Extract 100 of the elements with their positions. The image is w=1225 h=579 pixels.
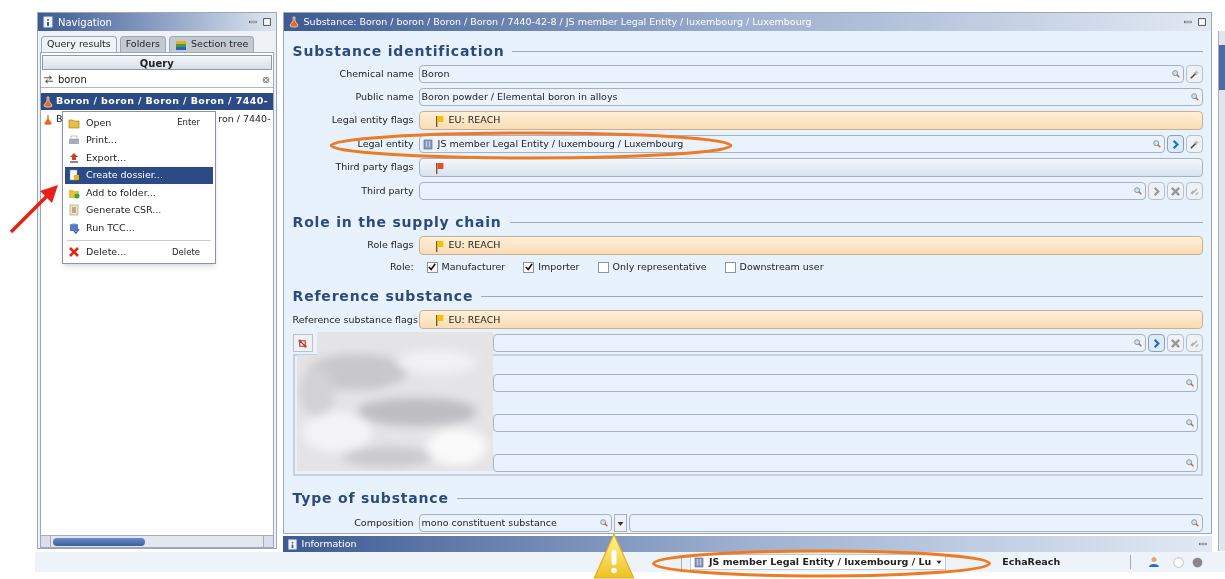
field-label: Role:: [388, 260, 415, 274]
chevron-icon: [1151, 337, 1163, 349]
wand-button[interactable]: [1186, 65, 1204, 83]
menu-item[interactable]: Generate CSR...: [65, 201, 213, 219]
chevron-icon: [1170, 138, 1182, 150]
printer-icon: [68, 134, 80, 147]
flask-icon: [42, 95, 54, 108]
info-icon: [286, 538, 298, 550]
query-button[interactable]: Query: [42, 55, 272, 70]
molecule-button[interactable]: [292, 334, 313, 353]
navigator-icon: [42, 16, 54, 28]
search-icon: [1133, 186, 1144, 196]
flags-field[interactable]: EU: REACH: [418, 111, 1204, 130]
folder-icon: [68, 116, 80, 129]
tab[interactable]: Folders: [119, 36, 167, 52]
text-field[interactable]: [492, 374, 1199, 393]
books-icon: [175, 38, 188, 51]
status-ball-icon: [1191, 555, 1205, 569]
caret-icon: [935, 558, 944, 566]
dropdown-button[interactable]: [613, 514, 627, 533]
menu-item[interactable]: Delete... Delete: [65, 243, 213, 261]
search-icon: [1152, 139, 1163, 149]
search-icon: [1171, 69, 1182, 79]
horizontal-scrollbar[interactable]: [41, 535, 273, 547]
checkbox[interactable]: [724, 261, 736, 273]
arrow: [8, 183, 60, 235]
flags-field[interactable]: EU: REACH: [418, 310, 1204, 330]
text-field[interactable]: Boron: [418, 65, 1185, 83]
menu-item[interactable]: Export...: [65, 149, 213, 167]
molecule-icon: [297, 337, 309, 349]
field-label: Role flags: [366, 238, 415, 253]
checkbox[interactable]: [597, 261, 609, 273]
go-button[interactable]: [1148, 182, 1166, 200]
field-label: Composition: [353, 516, 415, 531]
delete-button[interactable]: [1167, 334, 1185, 353]
result-row[interactable]: Boron / boron / Boron / Boron / 7440-: [41, 93, 273, 110]
wand-icon: [1189, 138, 1201, 150]
building-icon: [693, 556, 705, 568]
flask-icon: [287, 16, 300, 28]
text-field[interactable]: [492, 454, 1199, 473]
information-title: Information: [301, 536, 358, 551]
link-button[interactable]: [1186, 334, 1204, 353]
checkbox[interactable]: [523, 261, 535, 273]
text-field[interactable]: JS member Legal Entity / luxembourg / Luxembourg: [418, 135, 1166, 153]
field-label: Chemical name: [338, 66, 415, 81]
search-icon: [1190, 92, 1201, 102]
menu-item[interactable]: Create dossier...: [65, 166, 213, 184]
menu-item[interactable]: Add to folder...: [65, 184, 213, 202]
text-field[interactable]: [492, 414, 1199, 433]
tab[interactable]: Section tree: [169, 36, 255, 52]
field-label: Third party flags: [334, 160, 415, 175]
app-name: EchaReach: [1002, 554, 1061, 569]
go-button[interactable]: [1167, 135, 1185, 153]
delete-button[interactable]: [1167, 182, 1185, 200]
cross-icon: [1170, 185, 1182, 197]
cross-icon: [68, 246, 80, 259]
checkbox-label: Importer: [538, 260, 580, 274]
document-icon: [68, 204, 80, 217]
menu-item[interactable]: Run TCC...: [65, 219, 213, 237]
flags-field[interactable]: [418, 158, 1204, 177]
go-button[interactable]: [1148, 334, 1166, 353]
checkbox-label: Only representative: [612, 260, 707, 274]
text-field[interactable]: [492, 334, 1147, 353]
legal-entity-dropdown[interactable]: JS member Legal Entity / luxembourg / Lu: [690, 554, 947, 570]
field-label: Reference substance flags: [292, 312, 417, 327]
checkbox-label: Downstream user: [739, 260, 824, 274]
cross-icon: [1170, 337, 1182, 349]
maximize-icon: [261, 17, 272, 27]
text-field[interactable]: Boron powder / Elemental boron in alloys: [418, 88, 1204, 106]
text-field[interactable]: [628, 514, 1204, 533]
vertical-scrollbar[interactable]: [1218, 31, 1225, 551]
menu-item[interactable]: Print...: [65, 131, 213, 149]
search-field[interactable]: boron: [41, 72, 273, 88]
search-icon: [1133, 338, 1144, 349]
search-icon: [1185, 418, 1196, 429]
section-title: Substance identification: [292, 42, 505, 61]
menu-item[interactable]: Open Enter: [65, 114, 213, 132]
link-button[interactable]: [1186, 182, 1204, 200]
section-title: Role in the supply chain: [292, 213, 502, 232]
editor-title: Substance: Boron / boron / Boron / Boron / 7440-42-8 / JS member Legal Entity / luxembourg / Luxembourg: [303, 14, 813, 29]
field-label: Legal entity: [356, 136, 415, 151]
maximize-icon: [1197, 17, 1208, 27]
export-icon: [68, 151, 80, 164]
search-icon: [1185, 458, 1196, 469]
warning-icon: [592, 533, 636, 579]
search-icon: [1190, 518, 1201, 529]
panel-title: Navigation: [58, 15, 113, 30]
text-field[interactable]: [418, 182, 1147, 200]
arrows-icon: [43, 74, 54, 85]
tab[interactable]: Query results: [41, 36, 117, 52]
flags-field[interactable]: EU: REACH: [418, 236, 1204, 255]
checkbox[interactable]: [426, 261, 438, 273]
wand-button[interactable]: [1186, 135, 1204, 153]
field-label: Public name: [354, 89, 415, 104]
text-field[interactable]: mono constituent substance: [418, 514, 612, 533]
field-label: Legal entity flags: [330, 113, 415, 128]
person-icon: [1148, 556, 1161, 568]
wand-icon: [1189, 68, 1201, 80]
checkbox-label: Manufacturer: [441, 260, 506, 274]
clear-icon: [260, 74, 271, 85]
